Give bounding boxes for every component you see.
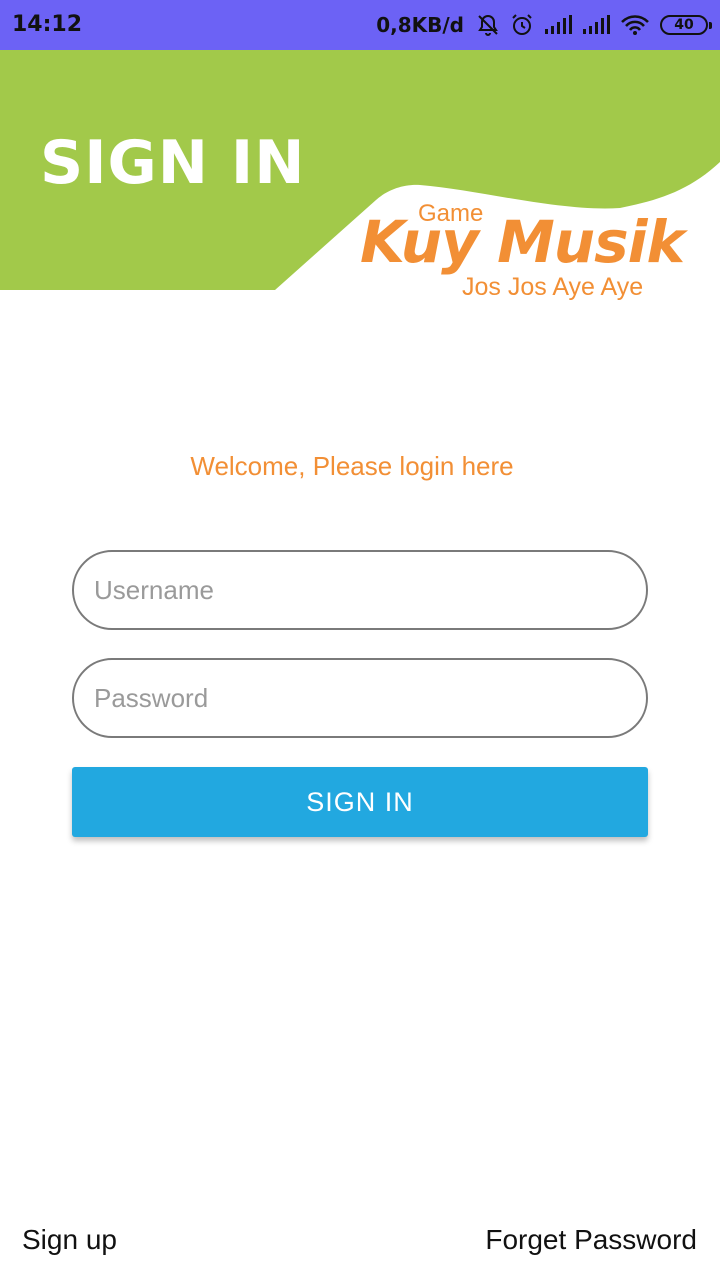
signal-icon <box>544 14 572 36</box>
username-input[interactable] <box>72 550 648 630</box>
logo-main-text: Kuy Musik <box>360 208 685 276</box>
sign-up-link[interactable]: Sign up <box>22 1222 117 1258</box>
alarm-icon <box>510 13 534 37</box>
battery-icon: 40 <box>660 15 712 35</box>
network-speed: 0,8KB/d <box>376 13 464 37</box>
wifi-icon <box>620 14 650 36</box>
status-time: 14:12 <box>12 12 83 37</box>
app-logo: Game Kuy Musik Jos Jos Aye Aye <box>360 200 710 301</box>
status-icons: 0,8KB/d 40 <box>376 10 712 40</box>
signal-icon <box>582 14 610 36</box>
sign-in-screen: 14:12 0,8KB/d 40 SIGN IN Game Kuy Musik … <box>0 0 720 1280</box>
welcome-text: Welcome, Please login here <box>190 451 514 481</box>
logo-tagline: Jos Jos Aye Aye <box>462 273 644 301</box>
status-bar: 14:12 0,8KB/d 40 <box>0 0 720 50</box>
battery-level: 40 <box>674 17 694 33</box>
sign-in-button[interactable]: SIGN IN <box>72 767 648 837</box>
forget-password-link[interactable]: Forget Password <box>485 1222 697 1258</box>
page-title: SIGN IN <box>40 128 306 198</box>
password-input[interactable] <box>72 658 648 738</box>
muted-bell-icon <box>476 13 500 37</box>
